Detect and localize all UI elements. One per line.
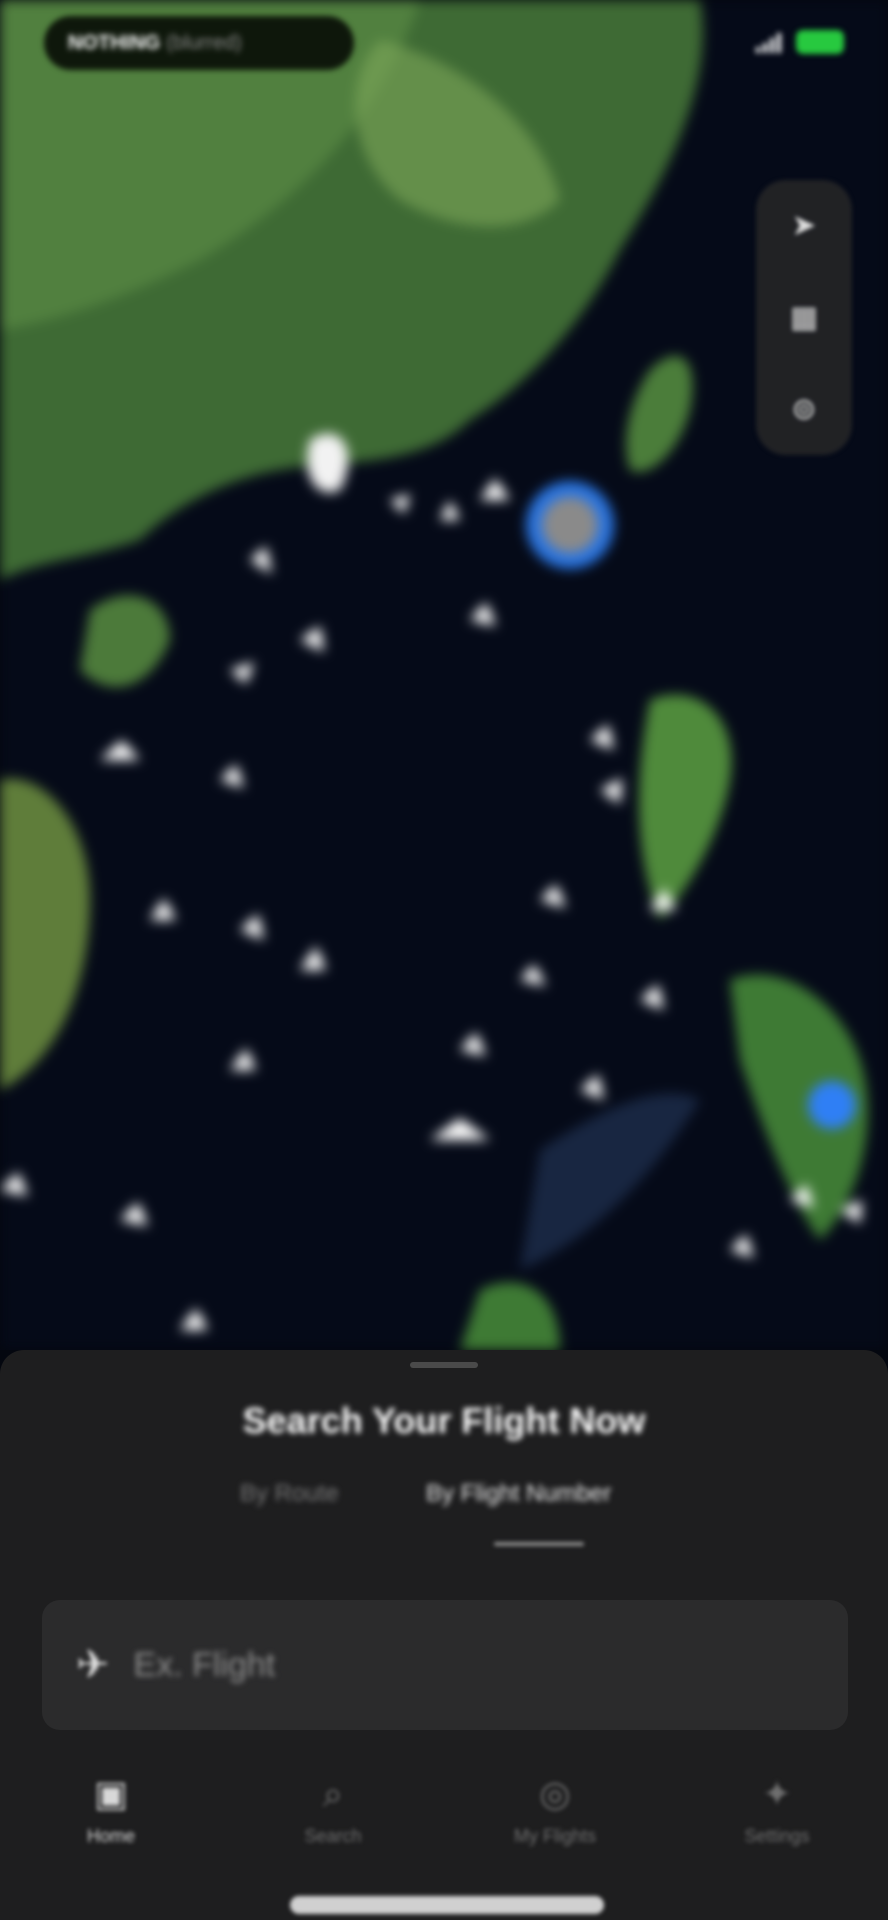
home-indicator (290, 1896, 604, 1914)
tab-label: Home (86, 1825, 135, 1846)
bottom-tab-bar: ▣ Home ⌕ Search ◎ My Flights ✦ Settings (0, 1755, 888, 1865)
status-pill: NOTHING (blurred) (44, 16, 354, 70)
tab-by-flight-number[interactable]: By Flight Number (426, 1480, 611, 1508)
location-arrow-icon[interactable]: ➤ (782, 204, 826, 248)
tab-label: Settings (744, 1825, 810, 1846)
status-app-label-dim: (blurred) (166, 31, 242, 54)
filter-icon[interactable]: ⊚ (782, 387, 826, 431)
user-location-dot (808, 1081, 856, 1129)
layers-icon[interactable]: ▦ (782, 295, 826, 339)
flight-search-placeholder: Ex. Flight (133, 1645, 276, 1684)
sheet-title: Search Your Flight Now (242, 1400, 646, 1441)
tab-label: My Flights (513, 1825, 596, 1846)
search-icon: ⌕ (322, 1772, 344, 1814)
tab-by-route[interactable]: By Route (240, 1480, 339, 1508)
status-app-label: NOTHING (68, 31, 161, 54)
tab-active-indicator (494, 1542, 584, 1546)
sheet-grabber[interactable] (410, 1362, 478, 1368)
home-icon: ▣ (93, 1772, 128, 1814)
my-flights-icon: ◎ (539, 1772, 571, 1814)
map-controls: ➤ ▦ ⊚ (756, 180, 852, 455)
tab-search[interactable]: ⌕ Search (222, 1755, 444, 1865)
system-status-icons (756, 30, 844, 54)
tab-settings[interactable]: ✦ Settings (666, 1755, 888, 1865)
search-sheet: Search Your Flight Now By Route By Fligh… (0, 1350, 888, 1920)
satellite-map[interactable] (0, 0, 888, 1350)
tab-home[interactable]: ▣ Home (0, 1755, 222, 1865)
flight-search-input[interactable]: ✈ Ex. Flight (42, 1600, 848, 1730)
settings-icon: ✦ (761, 1772, 793, 1814)
battery-icon (796, 30, 844, 54)
tab-my-flights[interactable]: ◎ My Flights (444, 1755, 666, 1865)
tab-label: Search (304, 1825, 362, 1846)
signal-icon (756, 31, 782, 53)
flight-map[interactable] (0, 0, 888, 1350)
plane-icon: ✈ (76, 1643, 110, 1687)
